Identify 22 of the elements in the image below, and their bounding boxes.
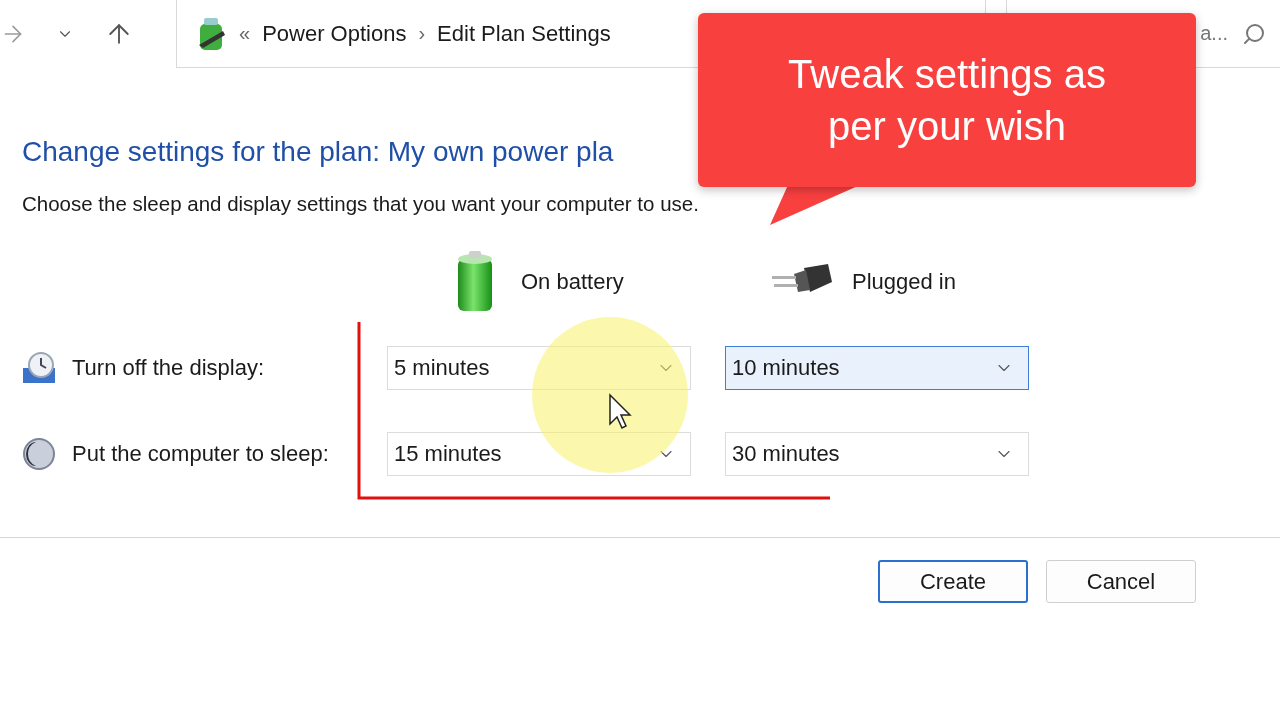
time-dropdown[interactable]: 30 minutes <box>725 432 1029 476</box>
breadcrumb[interactable]: Edit Plan Settings <box>437 20 611 47</box>
breadcrumb[interactable]: Power Options <box>262 20 407 47</box>
description: Choose the sleep and display settings that you want your computer to use. <box>22 191 699 217</box>
time-dropdown[interactable]: 10 minutes <box>725 346 1029 390</box>
search-icon <box>1242 21 1266 46</box>
setting-label: Turn off the display: <box>72 355 264 381</box>
battery-icon <box>455 251 495 313</box>
dialog-button[interactable]: Cancel <box>1046 560 1196 603</box>
dialog-button[interactable]: Create <box>878 560 1028 603</box>
column-header: Plugged in <box>852 269 956 295</box>
search-placeholder: a... <box>1200 22 1228 45</box>
breadcrumb-separator: › <box>418 22 426 45</box>
column-header: On battery <box>521 269 624 295</box>
overflow-chevron[interactable]: « <box>239 22 251 45</box>
moon-icon <box>22 437 56 471</box>
page-title: Change settings for the plan: My own power pla <box>22 135 614 169</box>
cursor-icon <box>609 393 632 429</box>
setting-label: Put the computer to sleep: <box>72 441 329 467</box>
clock-icon <box>22 352 56 384</box>
time-dropdown[interactable]: 5 minutes <box>387 346 691 390</box>
time-dropdown[interactable]: 15 minutes <box>387 432 691 476</box>
